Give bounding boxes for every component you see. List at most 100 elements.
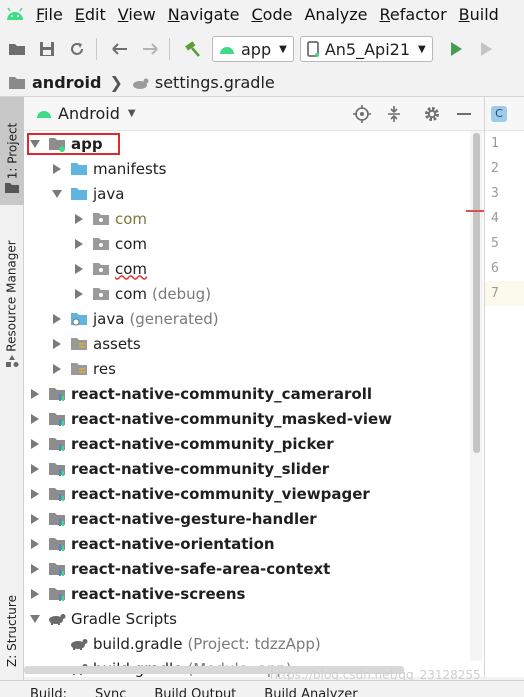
tree-item[interactable]: react-native-community_slider [24,456,484,481]
tree-item[interactable]: manifests [24,156,484,181]
library-module-icon [48,586,66,602]
collapsed-triangle-icon[interactable] [72,212,86,226]
breadcrumb-file[interactable]: settings.gradle [155,73,275,92]
tree-item-label: java [93,184,125,203]
collapsed-triangle-icon[interactable] [72,262,86,276]
forward-arrow-icon[interactable] [137,36,163,62]
tree-item[interactable]: react-native-community_cameraroll [24,381,484,406]
bottom-tab[interactable]: Build Analyzer [264,681,357,697]
tree-item[interactable]: react-native-community_viewpager [24,481,484,506]
device-dropdown[interactable]: An5_Api21 ▼ [299,36,433,62]
structure-tab-label: Z: Structure [5,595,19,667]
tree-item[interactable]: react-native-orientation [24,531,484,556]
tree-item-label: com [115,209,148,228]
menu-code[interactable]: Code [246,5,299,24]
run-configuration-dropdown[interactable]: app ▼ [212,36,294,62]
collapsed-triangle-icon[interactable] [28,562,42,576]
error-marker [466,210,484,212]
tree-item[interactable]: react-native-community_masked-view [24,406,484,431]
chevron-down-icon[interactable]: ▼ [128,108,136,119]
scrollbar-thumb[interactable] [473,133,480,453]
sync-icon[interactable] [64,36,90,62]
menu-edit[interactable]: Edit [69,5,112,24]
tree-item[interactable]: com [24,256,484,281]
more-toolbar-icon[interactable] [473,36,499,62]
folder-icon [8,76,26,90]
hammer-build-icon[interactable] [180,36,206,62]
tree-item[interactable]: react-native-safe-area-context [24,556,484,581]
collapsed-triangle-icon[interactable] [28,537,42,551]
project-tab-label: 1: Project [5,122,19,180]
editor-tab[interactable]: C [485,97,524,131]
tree-item[interactable]: react-native-gesture-handler [24,506,484,531]
collapse-all-icon[interactable] [382,102,406,126]
collapsed-triangle-icon[interactable] [28,462,42,476]
settings-gear-icon[interactable] [420,102,444,126]
tree-item[interactable]: react-native-screens [24,581,484,606]
tree-item[interactable]: com (debug) [24,281,484,306]
library-module-icon [48,486,66,502]
collapsed-triangle-icon[interactable] [50,312,64,326]
collapsed-triangle-icon[interactable] [72,237,86,251]
tree-item[interactable]: react-native-community_picker [24,431,484,456]
tree-item-label: build.gradle [93,634,183,653]
bottom-tab[interactable]: Build Output [154,681,236,697]
tree-item-label: react-native-community_slider [71,459,330,478]
hide-panel-icon[interactable] [452,102,476,126]
collapsed-triangle-icon[interactable] [50,337,64,351]
resource-manager-tool-tab[interactable]: Resource Manager [0,225,24,367]
menu-file[interactable]: File [30,5,69,24]
tree-item[interactable]: assets [24,331,484,356]
open-folder-icon[interactable] [4,36,30,62]
collapsed-triangle-icon[interactable] [50,162,64,176]
collapsed-triangle-icon[interactable] [28,412,42,426]
collapsed-triangle-icon[interactable] [28,487,42,501]
folder-icon [4,179,20,198]
menu-navigate[interactable]: Navigate [162,5,246,24]
locate-target-icon[interactable] [350,102,374,126]
tree-item[interactable]: com [24,206,484,231]
breadcrumb-root[interactable]: android [32,73,101,92]
class-file-icon: C [491,105,507,122]
tree-item[interactable]: Gradle Scripts [24,606,484,631]
tree-item[interactable]: res [24,356,484,381]
library-module-icon [48,386,66,402]
package-icon [92,286,110,302]
expanded-triangle-icon[interactable] [28,612,42,626]
run-icon[interactable] [443,36,469,62]
tree-item[interactable]: build.gradle (Project: tdzzApp) [24,631,484,656]
menu-view[interactable]: View [112,5,162,24]
folder-icon [70,161,88,177]
tree-item[interactable]: java (generated) [24,306,484,331]
phone-icon [307,41,319,57]
collapsed-triangle-icon[interactable] [28,387,42,401]
bottom-tab[interactable]: Sync [95,681,126,697]
tree-item[interactable]: java [24,181,484,206]
save-icon[interactable] [34,36,60,62]
collapsed-triangle-icon[interactable] [50,362,64,376]
menu-analyze[interactable]: Analyze [298,5,373,24]
left-tool-window-strip: 1: Project Resource Manager Z: Structure [0,97,24,697]
folder-icon [70,186,88,202]
tree-item[interactable]: com [24,231,484,256]
collapsed-triangle-icon[interactable] [28,587,42,601]
resource-folder-icon [70,336,88,352]
library-module-icon [48,536,66,552]
tree-item-label: react-native-orientation [71,534,275,553]
menu-refactor[interactable]: Refactor [374,5,453,24]
menu-build[interactable]: Build [453,5,505,24]
toolbar-separator [96,38,97,60]
structure-tool-tab[interactable]: Z: Structure [0,583,24,679]
expanded-triangle-icon[interactable] [50,187,64,201]
tree-item-label: react-native-community_masked-view [71,409,393,428]
project-tree: app manifests java com com com com (debug) java(… [24,131,484,681]
collapsed-triangle-icon[interactable] [28,512,42,526]
back-arrow-icon[interactable] [107,36,133,62]
toolbar-separator [169,38,170,60]
view-mode-label[interactable]: Android [58,104,120,123]
collapsed-triangle-icon[interactable] [72,287,86,301]
package-icon [92,211,110,227]
breadcrumb-separator-icon: ❯ [109,73,123,92]
collapsed-triangle-icon[interactable] [28,437,42,451]
